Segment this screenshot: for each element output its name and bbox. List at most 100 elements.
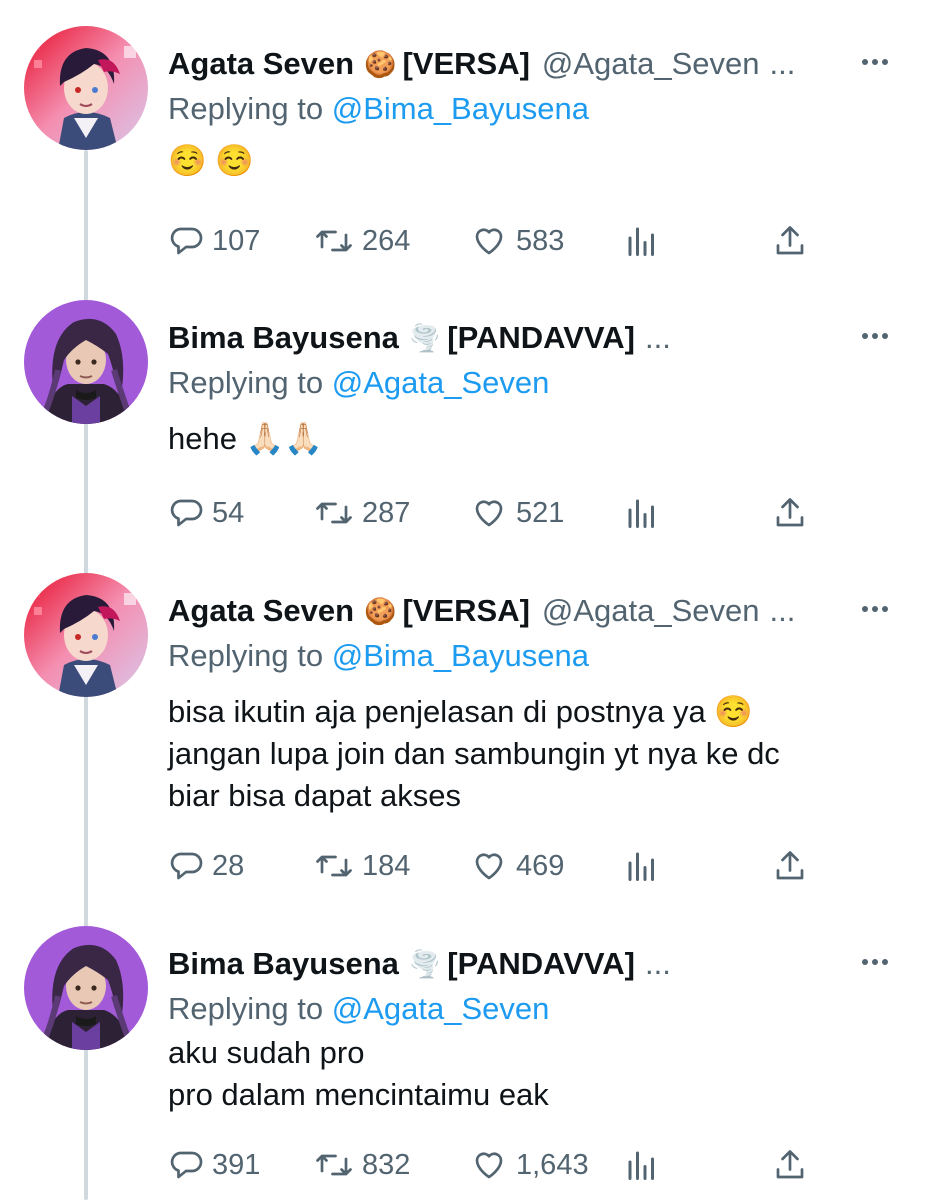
like-button[interactable]: 583 — [470, 216, 564, 266]
reply-icon — [170, 227, 203, 255]
retweet-button[interactable]: 832 — [314, 1140, 410, 1190]
user-handle[interactable]: @Agata_Seven — [542, 589, 760, 633]
reply-button[interactable]: 54 — [168, 488, 244, 538]
tweet-actions: 391 832 1,643 — [168, 1140, 848, 1190]
like-button[interactable]: 521 — [470, 488, 564, 538]
replying-to-label: Replying to — [168, 638, 324, 673]
views-icon — [628, 852, 654, 881]
like-icon — [475, 500, 503, 527]
reply-button[interactable]: 391 — [168, 1140, 260, 1190]
display-name[interactable]: Agata Seven — [168, 42, 354, 86]
replying-to-mention[interactable]: @Agata_Seven — [332, 365, 550, 400]
more-icon[interactable] — [857, 318, 893, 354]
display-name-tag[interactable]: [VERSA] — [402, 42, 529, 86]
tweet-text-line: jangan lupa join dan sambungin yt nya ke… — [168, 736, 780, 771]
display-name[interactable]: Agata Seven — [168, 589, 354, 633]
retweet-icon — [316, 230, 352, 252]
reply-count: 391 — [212, 1148, 261, 1181]
retweet-count: 287 — [362, 496, 411, 529]
tweet-actions: 54 287 521 — [168, 488, 848, 538]
tweet-header: Bima Bayusena 🌪️ [PANDAVVA] ... — [168, 942, 893, 986]
retweet-count: 264 — [362, 224, 411, 257]
tweet-text-line: aku sudah pro — [168, 1035, 365, 1070]
reply-button[interactable]: 107 — [168, 216, 260, 266]
reply-icon — [170, 499, 203, 527]
reply-icon — [170, 1151, 203, 1179]
tweet-text: bisa ikutin aja penjelasan di postnya ya… — [168, 691, 868, 817]
tornado-icon: 🌪️ — [408, 949, 442, 979]
like-count: 521 — [516, 496, 565, 529]
views-button[interactable] — [624, 1140, 660, 1190]
share-icon — [776, 851, 804, 880]
avatar-agata-icon[interactable] — [24, 573, 148, 697]
like-icon — [475, 228, 503, 255]
reply-button[interactable]: 28 — [168, 841, 244, 891]
share-button[interactable] — [772, 488, 808, 538]
views-icon — [628, 1151, 654, 1180]
share-button[interactable] — [772, 1140, 808, 1190]
retweet-icon — [316, 502, 352, 524]
tweet-text-line: pro dalam mencintaimu eak — [168, 1077, 549, 1112]
tweet-actions: 107 264 583 — [168, 216, 848, 266]
share-icon — [776, 498, 804, 527]
replying-to-mention[interactable]: @Bima_Bayusena — [332, 638, 589, 673]
reply-count: 54 — [212, 496, 245, 529]
like-count: 1,643 — [516, 1148, 589, 1181]
retweet-button[interactable]: 264 — [314, 216, 410, 266]
avatar-bima-icon[interactable] — [24, 926, 148, 1050]
tornado-icon: 🌪️ — [408, 323, 442, 353]
views-button[interactable] — [624, 216, 660, 266]
more-icon[interactable] — [857, 591, 893, 627]
display-name-tag[interactable]: [VERSA] — [402, 589, 529, 633]
retweet-count: 832 — [362, 1148, 411, 1181]
views-button[interactable] — [624, 488, 660, 538]
truncation-ellipsis: ... — [769, 46, 796, 81]
tweet-text: aku sudah pro pro dalam mencintaimu eak — [168, 1032, 868, 1116]
display-name[interactable]: Bima Bayusena — [168, 316, 399, 360]
share-button[interactable] — [772, 216, 808, 266]
replying-to-label: Replying to — [168, 91, 324, 126]
like-button[interactable]: 1,643 — [470, 1140, 589, 1190]
like-button[interactable]: 469 — [470, 841, 564, 891]
tweet-text: hehe 🙏🏻🙏🏻 — [168, 418, 868, 460]
avatar-bima-icon[interactable] — [24, 300, 148, 424]
more-icon[interactable] — [857, 44, 893, 80]
display-name-tag[interactable]: [PANDAVVA] — [447, 316, 635, 360]
display-name[interactable]: Bima Bayusena — [168, 942, 399, 986]
share-icon — [776, 1150, 804, 1179]
avatar-agata-icon[interactable] — [24, 26, 148, 150]
truncation-ellipsis: ... — [769, 593, 796, 628]
views-button[interactable] — [624, 841, 660, 891]
retweet-count: 184 — [362, 849, 411, 882]
retweet-button[interactable]: 184 — [314, 841, 410, 891]
replying-to: Replying to @Bima_Bayusena — [168, 634, 589, 678]
user-handle[interactable]: @Agata_Seven — [542, 42, 760, 86]
replying-to: Replying to @Agata_Seven — [168, 361, 549, 405]
tweet-text-line: biar bisa dapat akses — [168, 778, 461, 813]
replying-to: Replying to @Agata_Seven — [168, 987, 549, 1031]
retweet-button[interactable]: 287 — [314, 488, 410, 538]
display-name-tag[interactable]: [PANDAVVA] — [447, 942, 635, 986]
reply-thread: Agata Seven 🍪 [VERSA] @Agata_Seven ... R… — [0, 0, 927, 1200]
replying-to-mention[interactable]: @Bima_Bayusena — [332, 91, 589, 126]
tweet-text-line: ☺️ ☺️ — [168, 143, 254, 178]
like-count: 583 — [516, 224, 565, 257]
reply-icon — [170, 852, 203, 880]
replying-to: Replying to @Bima_Bayusena — [168, 87, 589, 131]
cookie-icon: 🍪 — [364, 49, 397, 79]
truncation-ellipsis: ... — [644, 320, 671, 355]
like-count: 469 — [516, 849, 565, 882]
replying-to-mention[interactable]: @Agata_Seven — [332, 991, 550, 1026]
share-icon — [776, 226, 804, 255]
like-icon — [475, 1152, 503, 1179]
tweet-text: ☺️ ☺️ — [168, 140, 868, 182]
retweet-icon — [316, 1154, 352, 1176]
tweet-header: Agata Seven 🍪 [VERSA] @Agata_Seven ... — [168, 589, 893, 633]
more-icon[interactable] — [857, 944, 893, 980]
like-icon — [475, 853, 503, 880]
reply-count: 28 — [212, 849, 245, 882]
retweet-icon — [316, 855, 352, 877]
share-button[interactable] — [772, 841, 808, 891]
replying-to-label: Replying to — [168, 365, 324, 400]
tweet-header: Bima Bayusena 🌪️ [PANDAVVA] ... — [168, 316, 893, 360]
